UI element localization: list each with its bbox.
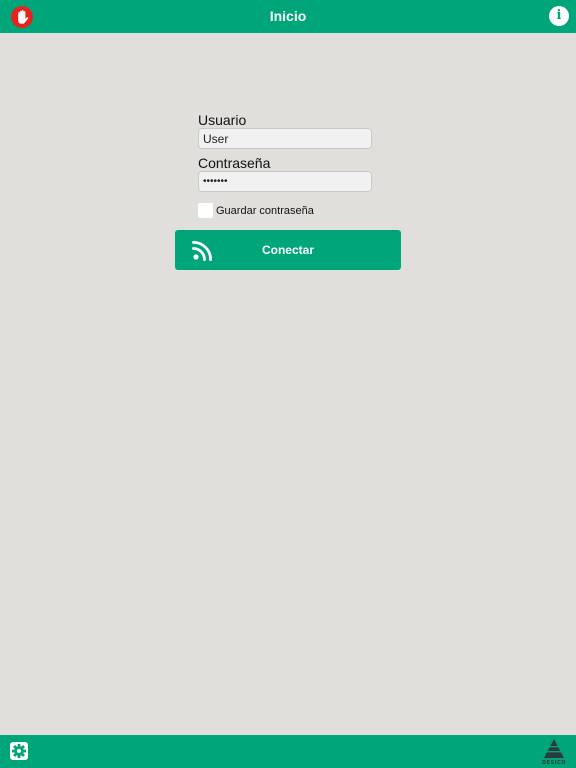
connect-button-label: Conectar (261, 243, 314, 257)
logo-triangle-icon (542, 739, 566, 758)
info-button[interactable]: i (549, 6, 569, 26)
user-field[interactable] (198, 128, 372, 149)
remember-password-checkbox[interactable] (198, 203, 213, 218)
user-label: Usuario (198, 112, 247, 128)
connect-button[interactable]: Conectar (175, 230, 401, 270)
gear-icon (10, 742, 28, 760)
desico-logo: DESICO (538, 738, 570, 768)
password-field[interactable] (198, 171, 372, 192)
settings-button[interactable] (9, 741, 29, 761)
remember-password-label: Guardar contraseña (216, 205, 314, 217)
bottom-bar: DESICO (0, 735, 576, 768)
info-icon: i (556, 8, 562, 23)
top-bar: Inicio i (0, 0, 576, 33)
logo-text: DESICO (542, 760, 566, 766)
password-label: Contraseña (198, 155, 271, 171)
page-title: Inicio (269, 8, 307, 24)
